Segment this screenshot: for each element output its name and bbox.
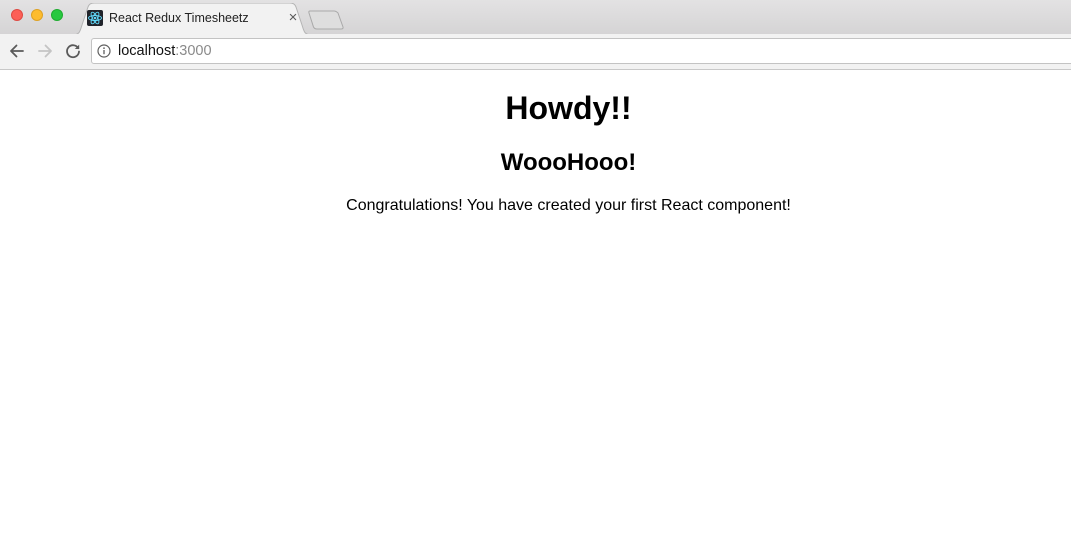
new-tab-button[interactable]	[308, 10, 344, 30]
browser-window: React Redux Timesheetz × localhost:3000	[0, 0, 1071, 556]
window-close-button[interactable]	[11, 9, 23, 21]
browser-toolbar: localhost:3000	[0, 34, 1071, 70]
react-logo-icon	[87, 10, 103, 26]
tab-strip: React Redux Timesheetz ×	[0, 0, 1071, 35]
page-heading: Howdy!!	[505, 90, 632, 126]
page-viewport: Howdy!! WoooHooo! Congratulations! You h…	[0, 70, 1071, 556]
window-minimize-button[interactable]	[31, 9, 43, 21]
page-subheading: WoooHooo!	[500, 149, 637, 176]
browser-tab-active[interactable]: React Redux Timesheetz ×	[72, 3, 312, 35]
info-icon[interactable]	[97, 44, 111, 58]
address-bar[interactable]: localhost:3000	[91, 38, 1071, 64]
url-port: :3000	[175, 43, 212, 59]
page-paragraph: Congratulations! You have created your f…	[346, 197, 791, 214]
arrow-right-icon[interactable]	[35, 41, 55, 61]
url-host: localhost	[118, 43, 176, 59]
url-text[interactable]: localhost:3000	[118, 43, 212, 59]
arrow-left-icon[interactable]	[7, 41, 27, 61]
window-maximize-button[interactable]	[51, 9, 63, 21]
tab-title: React Redux Timesheetz	[109, 11, 249, 25]
reload-icon[interactable]	[63, 41, 83, 61]
tab-close-icon[interactable]: ×	[285, 10, 301, 26]
